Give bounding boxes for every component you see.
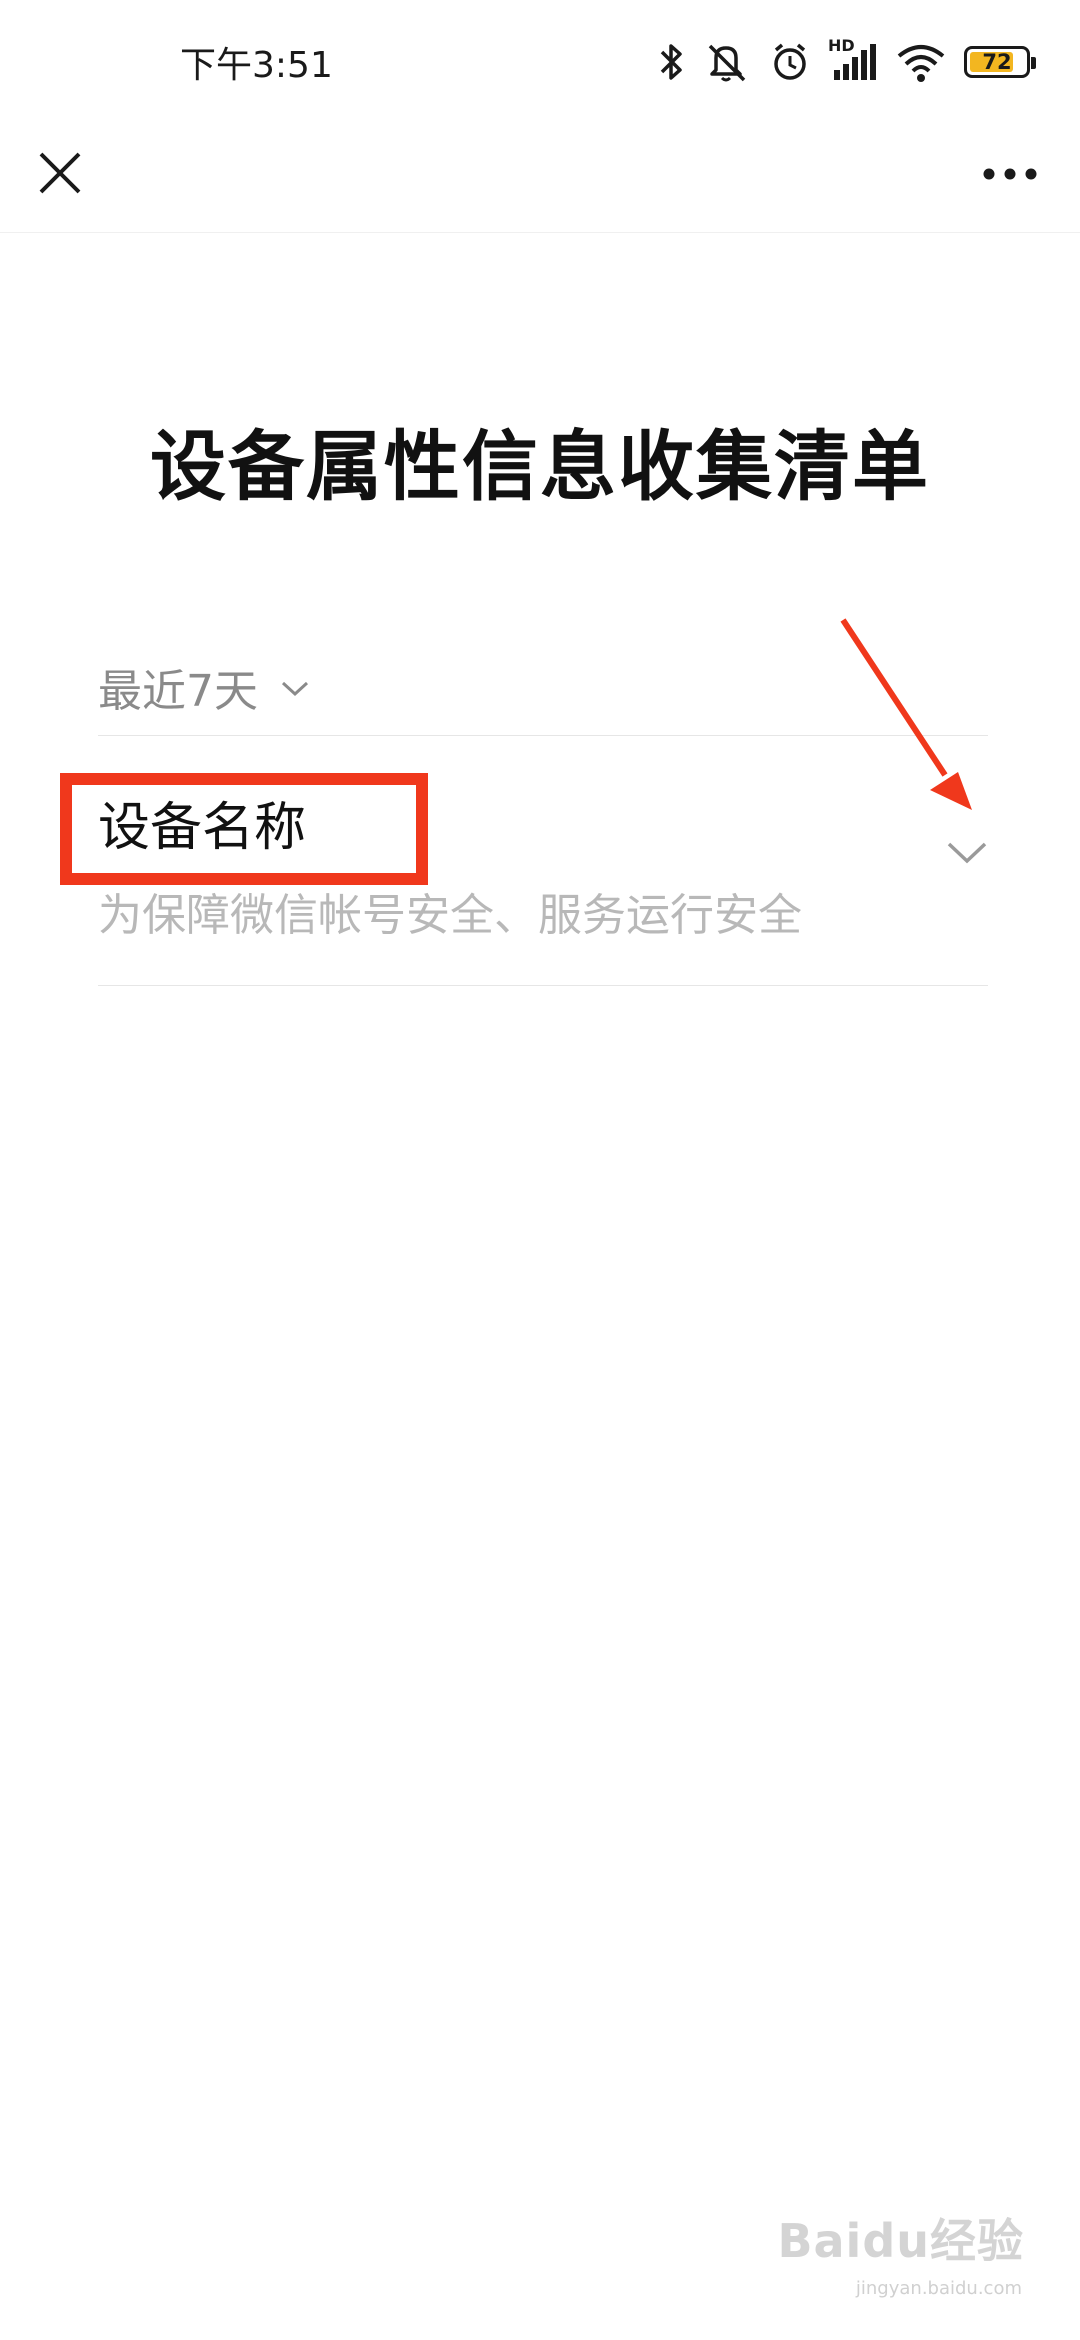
annotation-arrow <box>840 618 972 810</box>
screen: 下午3:51 HD 72 设备属性信息收集清单 最近7天 设备名称 为保障微信帐… <box>0 0 1080 2340</box>
watermark-url: jingyan.baidu.com <box>855 2278 1022 2299</box>
watermark-logo: Baidu经验 <box>777 2214 1024 2268</box>
